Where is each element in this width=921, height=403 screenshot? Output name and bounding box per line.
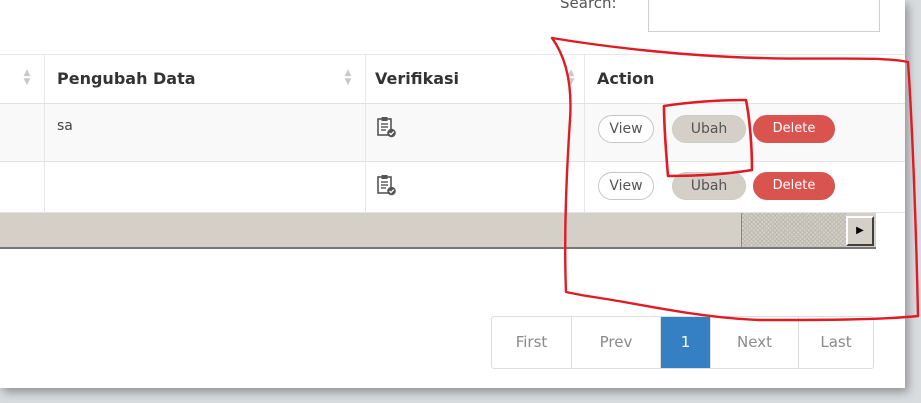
table-header-row: ▲ ▼ Pengubah Data ▲ ▼ Verifikasi ▲ ▼ Action [0,54,905,104]
ubah-button[interactable]: Ubah [672,172,746,200]
column-divider [44,104,45,161]
delete-button[interactable]: Delete [753,172,835,200]
view-button[interactable]: View [598,172,654,200]
column-divider [44,162,45,212]
search-input[interactable] [648,0,880,32]
horizontal-scrollbar[interactable]: ▶ [0,213,876,249]
datatable-panel: Search: ▲ ▼ Pengubah Data ▲ ▼ Verifikasi ▲… [0,0,905,388]
column-header-action: Action [597,69,655,88]
clipboard-check-icon [377,117,396,138]
sort-icon[interactable]: ▲ ▼ [343,69,353,87]
delete-button[interactable]: Delete [753,115,835,143]
column-divider [365,104,366,161]
column-header-verifikasi[interactable]: Verifikasi [375,69,459,88]
column-divider [44,55,45,103]
scroll-right-arrow-icon[interactable]: ▶ [846,216,874,246]
column-divider [584,162,585,212]
table-row: sa View Ubah Delete [0,104,905,162]
last-page-button[interactable]: Last [799,317,873,368]
pengubah-data-cell: sa [57,118,73,134]
first-page-button[interactable]: First [492,317,572,368]
table-row: View Ubah Delete [0,162,905,213]
next-page-button[interactable]: Next [711,317,799,368]
sort-icon[interactable]: ▲ ▼ [566,69,576,87]
prev-page-button[interactable]: Prev [572,317,661,368]
clipboard-check-icon [377,175,396,196]
ubah-button[interactable]: Ubah [672,115,746,143]
column-divider [584,104,585,161]
scrollbar-track[interactable] [741,213,846,247]
view-button[interactable]: View [598,115,654,143]
pagination: First Prev 1 Next Last [491,316,874,369]
column-divider [365,162,366,212]
column-divider [584,55,585,103]
column-divider [365,55,366,103]
sort-icon[interactable]: ▲ ▼ [22,69,32,87]
search-label: Search: [560,0,617,12]
page-1-button[interactable]: 1 [661,317,711,368]
column-header-pengubah-data[interactable]: Pengubah Data [57,69,196,88]
